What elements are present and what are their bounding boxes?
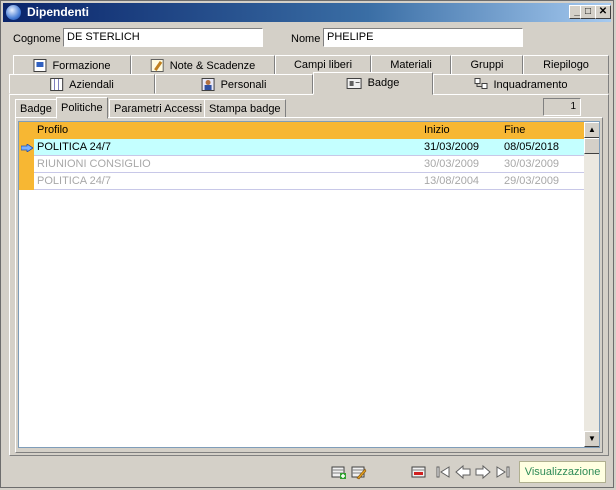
certificate-icon [33, 59, 47, 72]
close-button[interactable]: ✕ [595, 5, 611, 19]
nome-field[interactable]: PHELIPE [323, 28, 523, 47]
table-row[interactable]: RIUNIONI CONSIGLIO 30/03/2009 30/03/2009 [34, 156, 584, 173]
cognome-field[interactable]: DE STERLICH [63, 28, 263, 47]
delete-record-icon[interactable] [411, 464, 427, 480]
cell-fine: 30/03/2009 [504, 158, 560, 170]
cell-fine: 29/03/2009 [504, 175, 560, 187]
column-header-inizio[interactable]: Inizio [424, 124, 450, 136]
record-counter: 1 [543, 98, 581, 116]
tab-label: Inquadramento [493, 78, 568, 91]
hierarchy-icon [474, 78, 488, 91]
previous-record-icon[interactable] [455, 464, 471, 480]
app-icon [6, 5, 21, 20]
next-record-icon[interactable] [475, 464, 491, 480]
badge-card-icon [346, 77, 362, 89]
cell-fine: 08/05/2018 [504, 141, 560, 153]
cell-inizio: 13/08/2004 [424, 175, 480, 187]
add-record-icon[interactable] [331, 464, 347, 480]
note-edit-icon [150, 59, 164, 72]
maximize-button[interactable]: □ [580, 5, 596, 19]
vertical-scrollbar[interactable]: ▲ ▼ [584, 122, 599, 447]
bottom-toolbar: Visualizzazione [9, 458, 609, 486]
subtab-parametri-accessi[interactable]: Parametri Accessi [109, 99, 208, 118]
tab-inquadramento[interactable]: Inquadramento [433, 74, 609, 94]
edit-record-icon[interactable] [351, 464, 367, 480]
subtab-politiche[interactable]: Politiche [56, 97, 108, 119]
cognome-label: Cognome [13, 33, 61, 45]
table-row[interactable]: POLITICA 24/7 31/03/2009 08/05/2018 [34, 139, 584, 156]
first-record-icon[interactable] [435, 464, 451, 480]
tab-label: Riepilogo [543, 59, 589, 71]
tab-label: Aziendali [69, 78, 114, 91]
cell-profilo: RIUNIONI CONSIGLIO [37, 158, 151, 170]
tab-personali[interactable]: Personali [155, 74, 313, 94]
cell-profilo: POLITICA 24/7 [37, 141, 111, 153]
tab-note-scadenze[interactable]: Note & Scadenze [131, 55, 275, 75]
table-row[interactable]: POLITICA 24/7 13/08/2004 29/03/2009 [34, 173, 584, 190]
scroll-thumb[interactable] [584, 138, 599, 154]
window: Dipendenti _ □ ✕ Cognome DE STERLICH Nom… [0, 0, 614, 488]
person-icon [201, 78, 215, 91]
nome-label: Nome [291, 33, 321, 45]
title-bar[interactable]: Dipendenti _ □ ✕ [3, 3, 611, 22]
scroll-down-button[interactable]: ▼ [584, 431, 599, 447]
mode-status: Visualizzazione [519, 461, 606, 483]
subtab-stampa-badge[interactable]: Stampa badge [204, 99, 286, 118]
tab-label: Gruppi [470, 59, 504, 71]
cell-profilo: POLITICA 24/7 [37, 175, 111, 187]
tab-aziendali[interactable]: Aziendali [9, 74, 155, 94]
window-title: Dipendenti [27, 5, 89, 19]
scroll-up-button[interactable]: ▲ [584, 122, 599, 138]
last-record-icon[interactable] [495, 464, 511, 480]
tab-badge[interactable]: Badge [313, 72, 433, 95]
tab-label: Campi liberi [293, 59, 353, 71]
tab-riepilogo[interactable]: Riepilogo [523, 55, 609, 75]
tab-label: Personali [220, 78, 267, 91]
tab-label: Badge [367, 77, 400, 89]
column-header-profilo[interactable]: Profilo [37, 124, 68, 136]
tab-label: Formazione [52, 59, 111, 72]
policies-grid[interactable]: Profilo Inizio Fine POLITICA 24/7 31/03/… [18, 121, 600, 448]
current-row-arrow-icon [21, 144, 33, 152]
tab-label: Materiali [390, 59, 432, 71]
cell-inizio: 31/03/2009 [424, 141, 480, 153]
tab-gruppi[interactable]: Gruppi [451, 55, 523, 75]
column-header-fine[interactable]: Fine [504, 124, 525, 136]
grid-icon [50, 78, 64, 91]
cell-inizio: 30/03/2009 [424, 158, 480, 170]
subtab-badge[interactable]: Badge [15, 99, 57, 118]
tab-label: Note & Scadenze [169, 59, 256, 72]
tab-formazione[interactable]: Formazione [13, 55, 131, 75]
grid-header: Profilo Inizio Fine [19, 122, 584, 139]
